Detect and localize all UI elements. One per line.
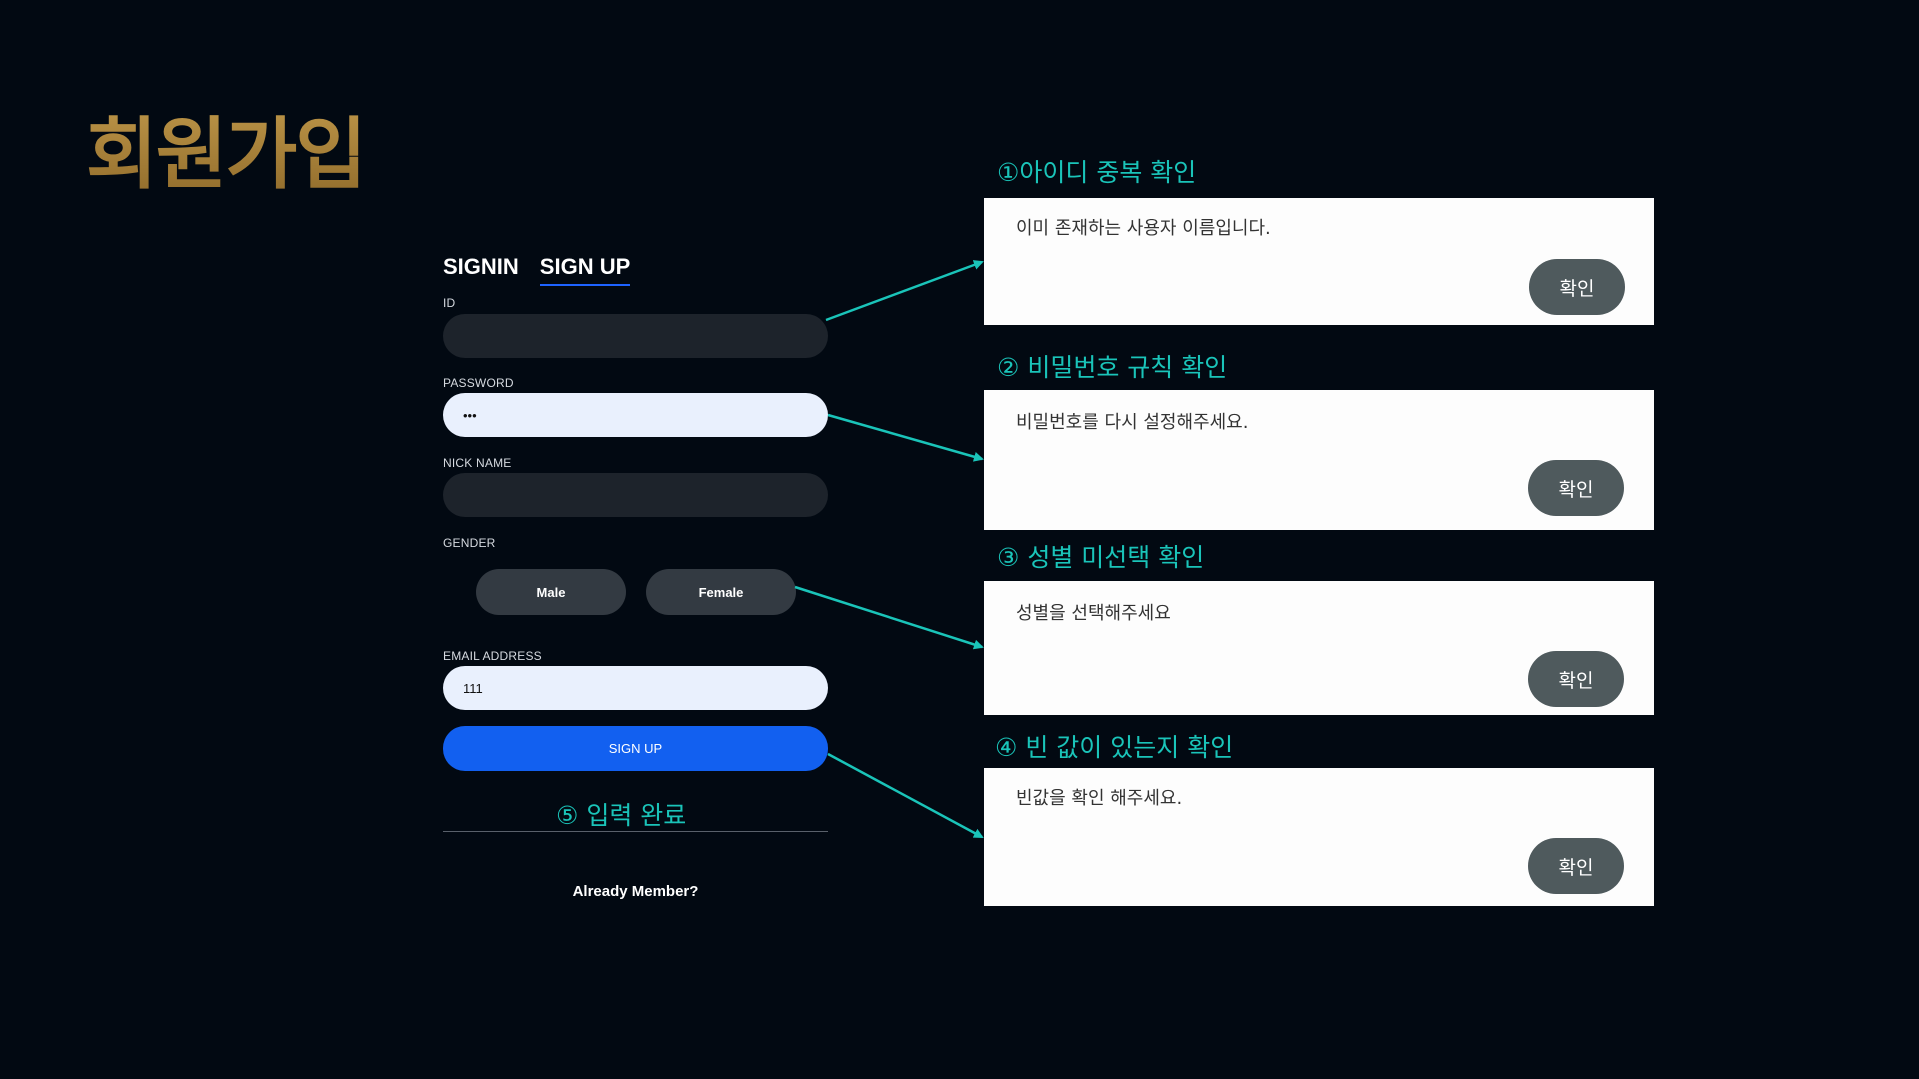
step-label-2: ② 비밀번호 규칙 확인 (997, 353, 1228, 382)
slide: 회원가입 SIGNIN SIGN UP ID PASSWORD NICK NAM… (0, 0, 1919, 1079)
password-input[interactable] (443, 393, 828, 437)
page-title: 회원가입 (86, 92, 367, 204)
dialog-gender-missing: 성별을 선택해주세요 확인 (984, 581, 1654, 715)
auth-tabs: SIGNIN SIGN UP (443, 254, 631, 286)
dialog-message: 빈값을 확인 해주세요. (1016, 788, 1183, 809)
dialog-duplicate-id: 이미 존재하는 사용자 이름입니다. 확인 (984, 198, 1654, 325)
email-label: EMAIL ADDRESS (443, 649, 542, 663)
already-member-link[interactable]: Already Member? (443, 883, 828, 900)
tab-signup[interactable]: SIGN UP (539, 254, 631, 286)
arrow-1 (825, 260, 984, 322)
arrow-2 (827, 413, 984, 462)
gender-male-button[interactable]: Male (476, 569, 626, 615)
step-label-3: ③ 성별 미선택 확인 (997, 543, 1205, 572)
nickname-label: NICK NAME (443, 456, 512, 470)
step-label-1: ①아이디 중복 확인 (997, 158, 1197, 187)
dialog-message: 이미 존재하는 사용자 이름입니다. (1016, 218, 1271, 239)
arrow-4 (827, 752, 984, 839)
sign-up-button[interactable]: SIGN UP (443, 726, 828, 771)
confirm-button[interactable]: 확인 (1529, 259, 1625, 315)
password-label: PASSWORD (443, 376, 514, 390)
step-label-4: ④ 빈 값이 있는지 확인 (995, 733, 1234, 762)
confirm-button[interactable]: 확인 (1528, 838, 1624, 894)
step-label-5: ⑤ 입력 완료 (556, 801, 687, 830)
dialog-message: 성별을 선택해주세요 (1016, 603, 1171, 624)
divider (443, 831, 828, 832)
email-input[interactable] (443, 666, 828, 710)
tab-signin[interactable]: SIGNIN (443, 254, 519, 286)
dialog-empty-value: 빈값을 확인 해주세요. 확인 (984, 768, 1654, 906)
nickname-input[interactable] (443, 473, 828, 517)
confirm-button[interactable]: 확인 (1528, 460, 1624, 516)
confirm-button[interactable]: 확인 (1528, 651, 1624, 707)
dialog-message: 비밀번호를 다시 설정해주세요. (1016, 412, 1249, 433)
arrow-3 (794, 585, 984, 650)
gender-label: GENDER (443, 536, 496, 550)
gender-female-button[interactable]: Female (646, 569, 796, 615)
id-label: ID (443, 296, 456, 310)
id-input[interactable] (443, 314, 828, 358)
dialog-password-rule: 비밀번호를 다시 설정해주세요. 확인 (984, 390, 1654, 530)
